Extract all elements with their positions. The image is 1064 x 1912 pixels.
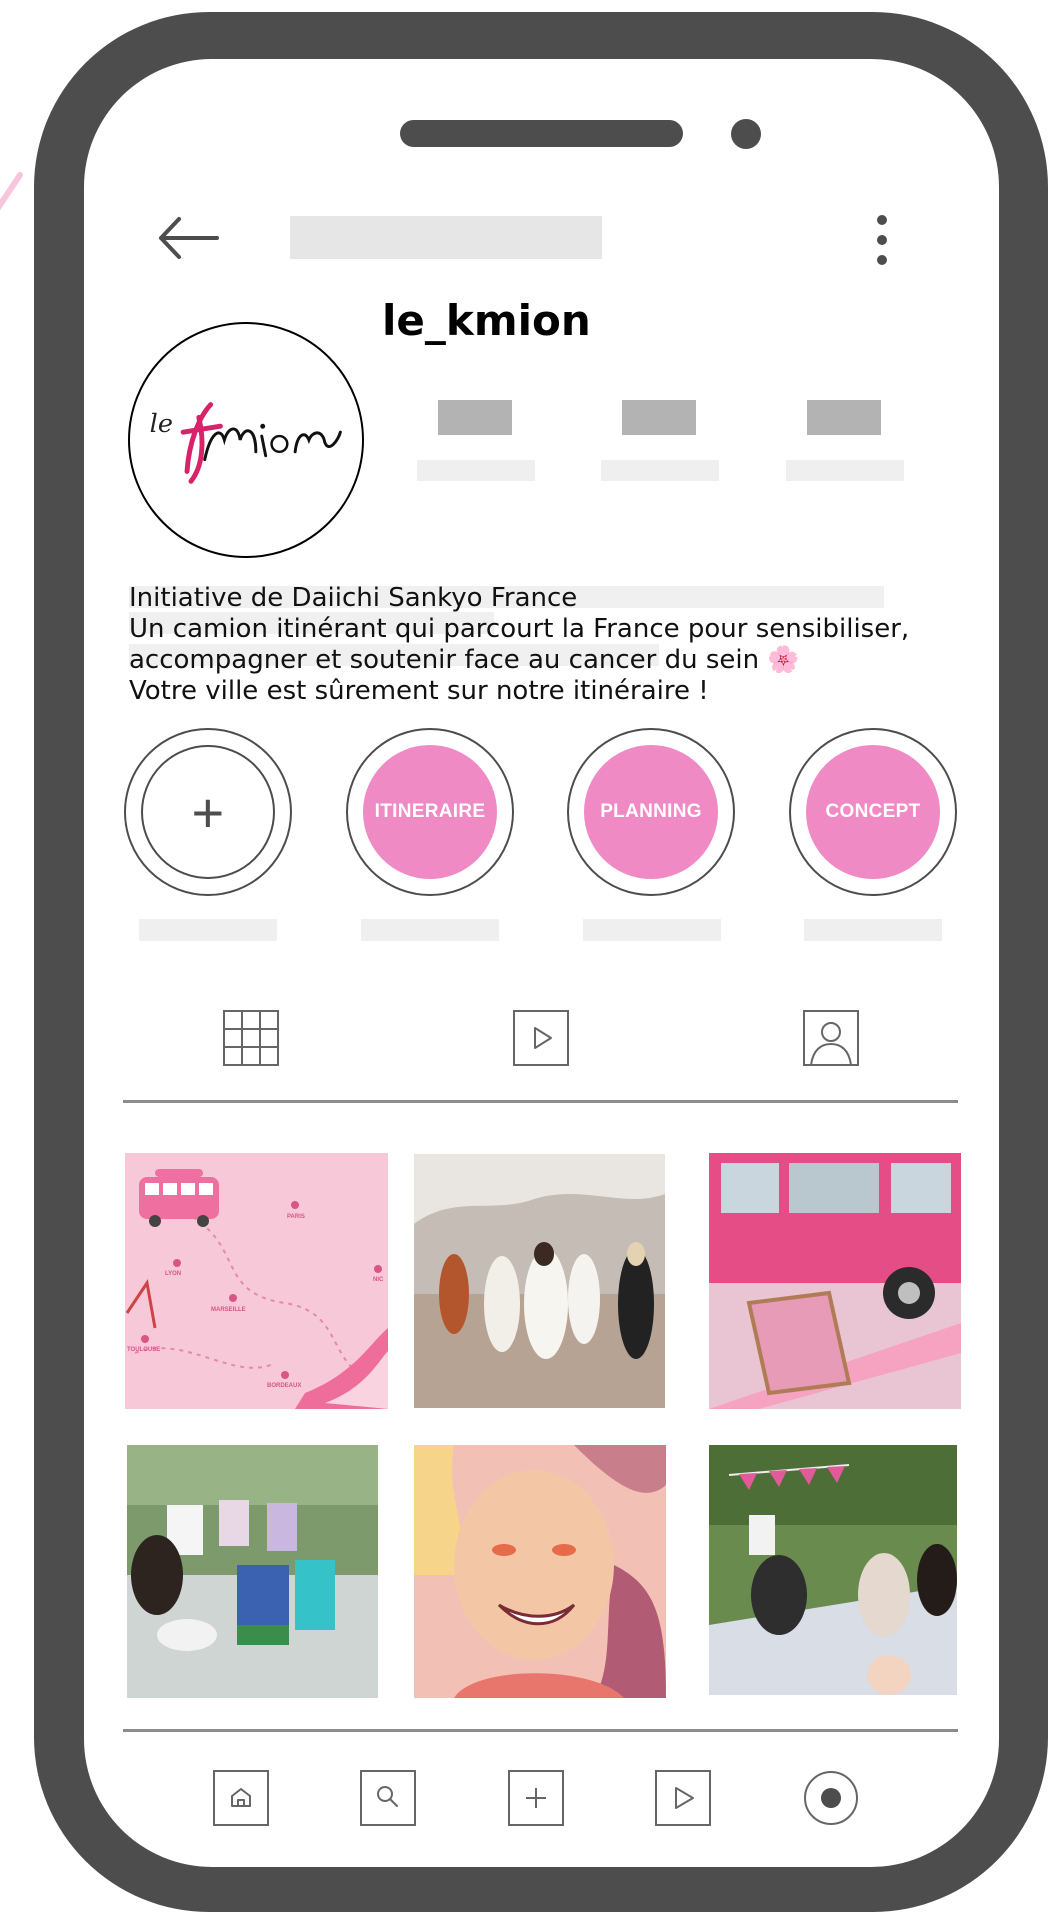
bottom-nav-divider (123, 1729, 958, 1732)
highlight-caption-placeholder (139, 919, 277, 941)
home-icon[interactable] (213, 1770, 269, 1826)
bio-line: Votre ville est sûrement sur notre itiné… (129, 676, 709, 706)
play-icon[interactable] (513, 1010, 569, 1066)
highlight-caption-placeholder (804, 919, 942, 941)
more-vertical-icon[interactable] (867, 212, 897, 268)
highlight-new[interactable]: + (124, 728, 292, 896)
highlight-planning[interactable]: PLANNING (567, 728, 735, 896)
map-label: LYON (165, 1271, 181, 1277)
followers-count-placeholder (622, 400, 696, 435)
speaker-notch (400, 120, 683, 147)
post-beach-dance[interactable] (414, 1154, 665, 1408)
tabs-divider (123, 1100, 958, 1103)
grid-icon[interactable] (223, 1010, 279, 1066)
highlight-label: PLANNING (584, 745, 718, 879)
posts-count-placeholder (438, 400, 512, 435)
front-camera (731, 119, 761, 149)
highlight-caption-placeholder (361, 919, 499, 941)
profile-username: le_kmion (382, 296, 591, 345)
following-count-placeholder (807, 400, 881, 435)
svg-text:le: le (150, 409, 173, 439)
bio-line: Un camion itinérant qui parcourt la Fran… (129, 614, 910, 644)
post-painting-workshop[interactable] (127, 1445, 378, 1698)
search-icon[interactable] (360, 1770, 416, 1826)
arrow-left-icon[interactable] (155, 213, 221, 263)
top-bar-title-placeholder (290, 216, 602, 259)
highlight-caption-placeholder (583, 919, 721, 941)
person-icon[interactable] (803, 1010, 859, 1066)
play-icon[interactable] (655, 1770, 711, 1826)
truck-illustration (139, 1169, 219, 1227)
highlight-itineraire[interactable]: ITINERAIRE (346, 728, 514, 896)
flower-emoji-icon: 🌸 (767, 645, 800, 675)
map-label: BORDEAUX (267, 1383, 301, 1389)
post-picnic[interactable] (709, 1445, 957, 1695)
highlight-label: CONCEPT (806, 745, 940, 879)
add-icon[interactable] (508, 1770, 564, 1826)
bio-line: Initiative de Daiichi Sankyo France (129, 583, 578, 613)
following-label-placeholder (786, 460, 904, 481)
post-portrait-illustration[interactable] (414, 1445, 666, 1698)
profile-icon[interactable] (803, 1770, 859, 1826)
plus-icon: + (141, 745, 275, 879)
post-map[interactable]: PARIS LYON MARSEILLE TOULOUSE BORDEAUX N… (125, 1153, 388, 1409)
profile-bio: Initiative de Daiichi Sankyo France Un c… (129, 583, 909, 707)
map-label: MARSEILLE (211, 1307, 246, 1313)
bio-line: accompagner et soutenir face au cancer d… (129, 645, 800, 675)
posts-label-placeholder (417, 460, 535, 481)
map-label: TOULOUSE (127, 1347, 160, 1353)
highlight-concept[interactable]: CONCEPT (789, 728, 957, 896)
map-label: NIC (373, 1277, 384, 1283)
post-pink-van[interactable] (709, 1153, 961, 1409)
kmion-logo: le (150, 402, 342, 484)
avatar[interactable]: le (128, 322, 364, 558)
highlight-label: ITINERAIRE (363, 745, 497, 879)
followers-label-placeholder (601, 460, 719, 481)
map-label: PARIS (287, 1214, 305, 1220)
